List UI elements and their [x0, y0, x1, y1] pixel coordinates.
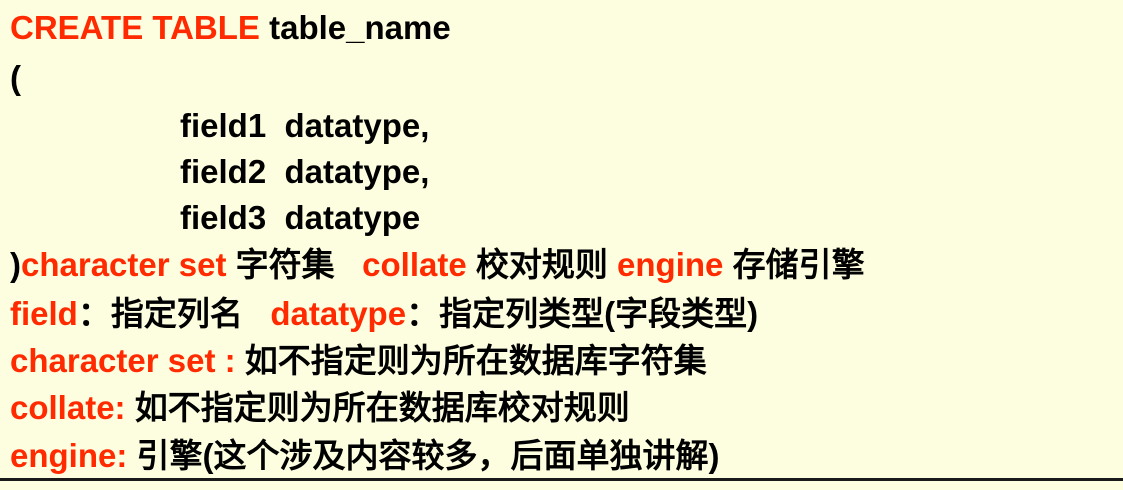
- datatype-note-keyword: datatype: [270, 295, 407, 332]
- charset-note-keyword: character set :: [10, 342, 236, 379]
- table-options-line: )character set 字符集 collate 校对规则 engine 存…: [10, 245, 865, 285]
- engine-note-desc: 引擎(这个涉及内容较多，后面单独讲解): [127, 437, 720, 474]
- datatype-note-desc: ：指定列类型(字段类型): [406, 295, 759, 332]
- collate-note: collate: 如不指定则为所在数据库校对规则: [10, 388, 630, 428]
- create-table-keyword: CREATE TABLE: [10, 9, 260, 46]
- field-datatype-note: field：指定列名 datatype：指定列类型(字段类型): [10, 294, 758, 334]
- charset-note: character set : 如不指定则为所在数据库字符集: [10, 341, 707, 381]
- character-set-value: 字符集: [226, 246, 363, 283]
- field-line-2: field2 datatype,: [180, 153, 430, 190]
- collate-note-keyword: collate:: [10, 389, 126, 426]
- character-set-keyword: character set: [21, 246, 227, 283]
- collate-note-desc: 如不指定则为所在数据库校对规则: [125, 389, 630, 426]
- engine-keyword: engine: [617, 246, 724, 283]
- engine-note: engine: 引擎(这个涉及内容较多，后面单独讲解): [10, 436, 720, 476]
- close-paren: ): [10, 246, 21, 283]
- field-note-keyword: field: [10, 295, 78, 332]
- charset-note-desc: 如不指定则为所在数据库字符集: [235, 342, 707, 379]
- field-line-3: field3 datatype: [180, 199, 421, 236]
- engine-note-keyword: engine:: [10, 437, 128, 474]
- open-paren: (: [10, 59, 21, 96]
- collate-value: 校对规则: [466, 246, 618, 283]
- bottom-divider: [0, 478, 1123, 481]
- collate-keyword: collate: [362, 246, 467, 283]
- engine-value: 存储引擎: [723, 246, 865, 283]
- table-name-placeholder: table_name: [259, 9, 451, 46]
- slide: CREATE TABLE table_name ( field1 datatyp…: [0, 0, 1123, 490]
- create-statement-line: CREATE TABLE table_name: [10, 8, 451, 48]
- field-note-desc: ：指定列名: [77, 295, 271, 332]
- field-line-1: field1 datatype,: [180, 107, 430, 144]
